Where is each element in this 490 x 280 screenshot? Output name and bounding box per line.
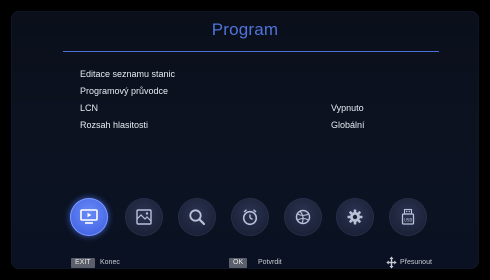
category-icon-bar: USB xyxy=(0,198,490,238)
footer-hint-bar: EXIT Konec OK Potvrdit Přesunout xyxy=(0,254,490,274)
move-hint-label: Přesunout xyxy=(400,259,432,266)
svg-text:USB: USB xyxy=(404,218,413,223)
move-arrows-icon xyxy=(386,256,397,271)
menu-item-label: Programový průvodce xyxy=(80,86,169,96)
menu-item-volume-range[interactable]: Rozsah hlasitosti Globální xyxy=(80,118,440,134)
tv-program-icon[interactable] xyxy=(70,198,108,236)
picture-icon[interactable] xyxy=(125,198,163,236)
menu-item-label: Editace seznamu stanic xyxy=(80,69,176,79)
settings-gear-icon[interactable] xyxy=(336,198,374,236)
title-divider xyxy=(63,51,439,52)
clock-icon[interactable] xyxy=(231,198,269,236)
menu-item-label: LCN xyxy=(80,103,99,113)
menu-item-value: Globální xyxy=(331,120,365,130)
exit-hint-label: Konec xyxy=(100,259,120,266)
usb-icon[interactable]: USB xyxy=(389,198,427,236)
ok-key-badge: OK xyxy=(229,258,248,268)
menu-item-lcn[interactable]: LCN Vypnuto xyxy=(80,101,440,117)
menu-item-label: Rozsah hlasitosti xyxy=(80,120,149,130)
menu-item-epg[interactable]: Programový průvodce xyxy=(80,84,440,100)
exit-key-badge: EXIT xyxy=(71,258,95,268)
tv-screen: Program Editace seznamu stanic Programov… xyxy=(0,0,490,280)
page-title: Program xyxy=(211,20,279,39)
menu-item-channel-list-edit[interactable]: Editace seznamu stanic xyxy=(80,67,440,83)
search-icon[interactable] xyxy=(178,198,216,236)
ok-hint-label: Potvrdit xyxy=(258,259,282,266)
globe-icon[interactable] xyxy=(284,198,322,236)
menu-item-value: Vypnuto xyxy=(331,103,364,113)
